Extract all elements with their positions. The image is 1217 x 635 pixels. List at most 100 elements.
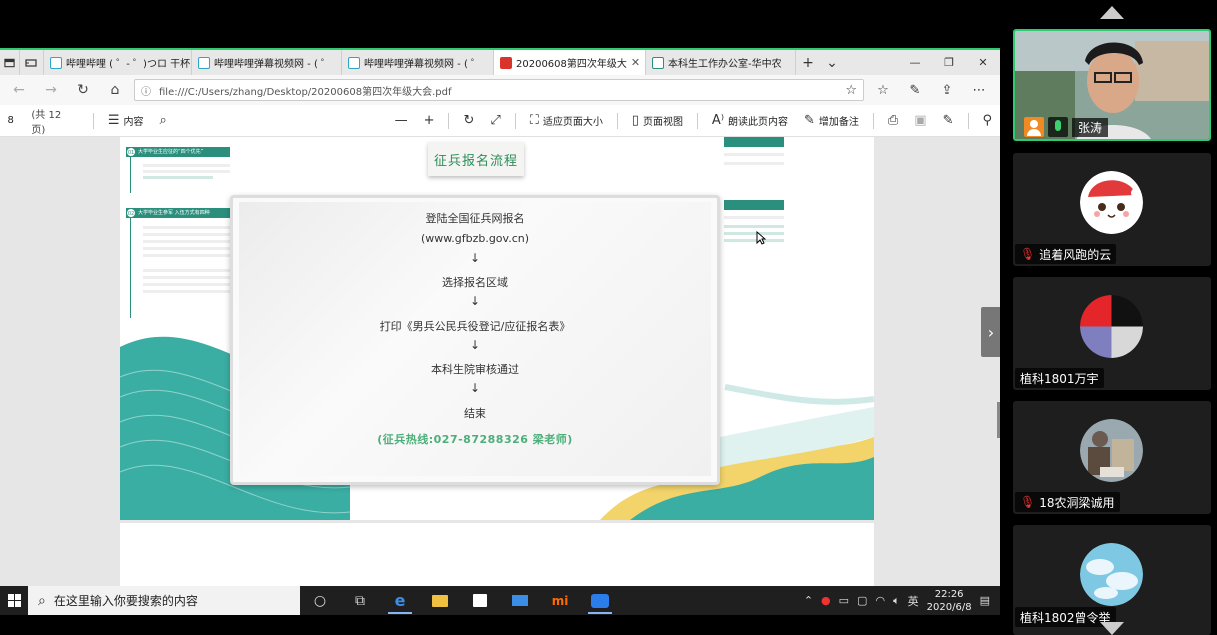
mic-muted-icon: 🎙︎ bbox=[1020, 247, 1036, 261]
add-note-button[interactable]: ✎ 增加备注 bbox=[796, 113, 867, 128]
user-icon bbox=[1024, 117, 1044, 137]
close-window-button[interactable]: ✕ bbox=[966, 50, 1000, 75]
flow-step: (www.gfbzb.gov.cn) bbox=[420, 232, 530, 245]
participant-label: 🎙︎ 18农洞梁诚用 bbox=[1015, 492, 1120, 512]
tab-preview-icon[interactable] bbox=[20, 50, 44, 75]
scrollbar[interactable] bbox=[997, 402, 1000, 438]
new-tab-button[interactable]: + bbox=[796, 50, 820, 75]
page-number-input[interactable]: 8 bbox=[0, 115, 21, 126]
participant-tile[interactable]: 🎙︎ 18农洞梁诚用 bbox=[1013, 401, 1211, 514]
arrow-down-icon: ↓ bbox=[469, 294, 481, 308]
taskbar-search[interactable]: ⌕ 在这里输入你要搜索的内容 bbox=[28, 586, 300, 615]
ime-indicator[interactable]: 英 bbox=[908, 593, 919, 609]
page-view-button[interactable]: ▯ 页面视图 bbox=[624, 113, 691, 128]
save-as-button[interactable]: ✎ bbox=[935, 113, 962, 128]
page-icon bbox=[652, 56, 664, 69]
pdf-next-page bbox=[120, 523, 874, 586]
tab-office[interactable]: 本科生工作办公室-华中农 bbox=[646, 50, 796, 75]
minimize-button[interactable]: — bbox=[898, 50, 932, 75]
tab-bilibili-1[interactable]: 哔哩哔哩 ( ゜- ゜)つロ 干杯 bbox=[44, 50, 192, 75]
close-tab-icon[interactable]: ✕ bbox=[631, 56, 640, 69]
print-button[interactable]: ⎙ bbox=[880, 113, 906, 128]
start-button[interactable] bbox=[0, 586, 28, 615]
right-section-2 bbox=[724, 200, 784, 246]
read-aloud-button[interactable]: A⁾ 朗读此页内容 bbox=[704, 113, 796, 128]
home-button[interactable]: ⌂ bbox=[102, 82, 128, 98]
forward-button[interactable]: → bbox=[38, 82, 64, 98]
pdf-toolbar: 8 (共 12 页) ☰ 内容 ⌕ — + ↻ ⤢ ⛶ 适应页面大小 ▯ 页面视图 A… bbox=[0, 105, 1000, 137]
avatar bbox=[1080, 543, 1143, 606]
expand-icon: ⤢ bbox=[490, 113, 501, 128]
battery-icon[interactable]: ▭ bbox=[839, 594, 849, 607]
tab-pdf[interactable]: 20200608第四次年级大 ✕ bbox=[494, 50, 646, 75]
tab-actions-icon[interactable] bbox=[0, 50, 20, 75]
tab-bilibili-2[interactable]: 哔哩哔哩弹幕视频网 - ( ゜ bbox=[192, 50, 342, 75]
edge-icon[interactable]: e bbox=[380, 586, 420, 615]
file-explorer-icon[interactable] bbox=[420, 586, 460, 615]
rotate-button[interactable]: ↻ bbox=[455, 113, 482, 128]
zoom-in-button[interactable]: + bbox=[416, 113, 443, 128]
info-icon[interactable]: ⓘ bbox=[141, 83, 151, 98]
share-icon[interactable]: ⇪ bbox=[934, 83, 960, 98]
chevron-right-icon[interactable]: › bbox=[981, 307, 1000, 357]
pen-icon[interactable]: ✎ bbox=[902, 83, 928, 98]
network-error-icon[interactable]: ● bbox=[821, 594, 831, 607]
flow-step: 打印《男兵公民兵役登记/应征报名表》 bbox=[379, 320, 571, 333]
printer-icon: ⎙ bbox=[887, 113, 899, 128]
restore-button[interactable]: ❐ bbox=[932, 50, 966, 75]
url-field[interactable]: ⓘ file:///C:/Users/zhang/Desktop/2020060… bbox=[134, 79, 864, 101]
chevron-up-icon[interactable]: ⌃ bbox=[804, 594, 813, 607]
pdf-viewport[interactable]: 01 大学毕业生应征的“四个优先” 02 大学毕业生参军 入伍方式有四种 征兵报… bbox=[0, 137, 1000, 586]
meeting-app-icon[interactable] bbox=[580, 586, 620, 615]
mi-icon[interactable]: mi bbox=[540, 586, 580, 615]
monitor-icon[interactable]: ▢ bbox=[857, 594, 867, 607]
participant-label: 植科1801万宇 bbox=[1015, 368, 1104, 388]
contents-button[interactable]: ☰ 内容 bbox=[100, 113, 152, 128]
participant-tile-active[interactable]: 张涛 bbox=[1013, 29, 1211, 141]
scroll-up-icon[interactable] bbox=[1100, 6, 1124, 19]
pin-icon: ⚲ bbox=[982, 113, 992, 128]
read-aloud-icon: A⁾ bbox=[711, 113, 725, 128]
volume-icon[interactable]: 🔈︎ bbox=[893, 594, 900, 608]
mail-icon[interactable] bbox=[500, 586, 540, 615]
notification-icon[interactable]: ▤ bbox=[980, 594, 990, 607]
bilibili-icon bbox=[348, 56, 360, 69]
favorites-icon[interactable]: ☆ bbox=[870, 83, 896, 98]
task-view-icon[interactable]: ⧉ bbox=[340, 586, 380, 615]
mic-muted-icon: 🎙︎ bbox=[1020, 495, 1036, 509]
arrow-down-icon: ↓ bbox=[469, 251, 481, 265]
save-button[interactable]: ▣ bbox=[906, 113, 934, 128]
fit-page-button[interactable]: ⛶ 适应页面大小 bbox=[522, 113, 611, 128]
participant-tile[interactable]: 植科1801万宇 bbox=[1013, 277, 1211, 390]
left-section-1: 01 大学毕业生应征的“四个优先” bbox=[126, 147, 230, 193]
fullscreen-button[interactable]: ⤢ bbox=[482, 113, 508, 128]
search-icon: ⌕ bbox=[38, 592, 46, 609]
zoom-out-button[interactable]: — bbox=[387, 113, 416, 128]
save-as-icon: ✎ bbox=[942, 113, 954, 128]
right-section-1 bbox=[724, 137, 784, 169]
address-bar: ← → ↻ ⌂ ⓘ file:///C:/Users/zhang/Desktop… bbox=[0, 75, 1000, 105]
section-header: 02 大学毕业生参军 入伍方式有四种 bbox=[126, 208, 230, 218]
avatar bbox=[1080, 171, 1143, 234]
flow-step: 本科生院审核通过 bbox=[431, 363, 519, 376]
system-tray: ⌃ ● ▭ ▢ ◠ 🔈︎ 英 22:26 2020/6/8 ▤ bbox=[804, 588, 1000, 614]
avatar bbox=[1080, 295, 1143, 358]
flow-step: 登陆全国征兵网报名 bbox=[425, 212, 525, 225]
clock[interactable]: 22:26 2020/6/8 bbox=[927, 588, 972, 614]
page-icon: ▯ bbox=[631, 113, 639, 128]
favorite-star-icon[interactable]: ☆ bbox=[845, 83, 857, 98]
pin-toolbar-button[interactable]: ⚲ bbox=[974, 113, 1000, 128]
refresh-button[interactable]: ↻ bbox=[70, 82, 96, 98]
cortana-icon[interactable]: ○ bbox=[300, 586, 340, 615]
mic-on-icon bbox=[1048, 117, 1068, 137]
tab-bilibili-3[interactable]: 哔哩哔哩弹幕视频网 - ( ゜ bbox=[342, 50, 494, 75]
scroll-down-icon[interactable] bbox=[1100, 622, 1124, 635]
participant-tile[interactable]: 植科1802曾令举 bbox=[1013, 525, 1211, 635]
store-icon[interactable] bbox=[460, 586, 500, 615]
participant-tile[interactable]: 🎙︎ 追着风跑的云 bbox=[1013, 153, 1211, 266]
back-button[interactable]: ← bbox=[6, 82, 32, 98]
wifi-icon[interactable]: ◠ bbox=[875, 594, 885, 607]
find-button[interactable]: ⌕ bbox=[152, 113, 175, 128]
chevron-down-icon[interactable]: ⌄ bbox=[820, 50, 844, 75]
more-icon[interactable]: ⋯ bbox=[966, 83, 992, 98]
